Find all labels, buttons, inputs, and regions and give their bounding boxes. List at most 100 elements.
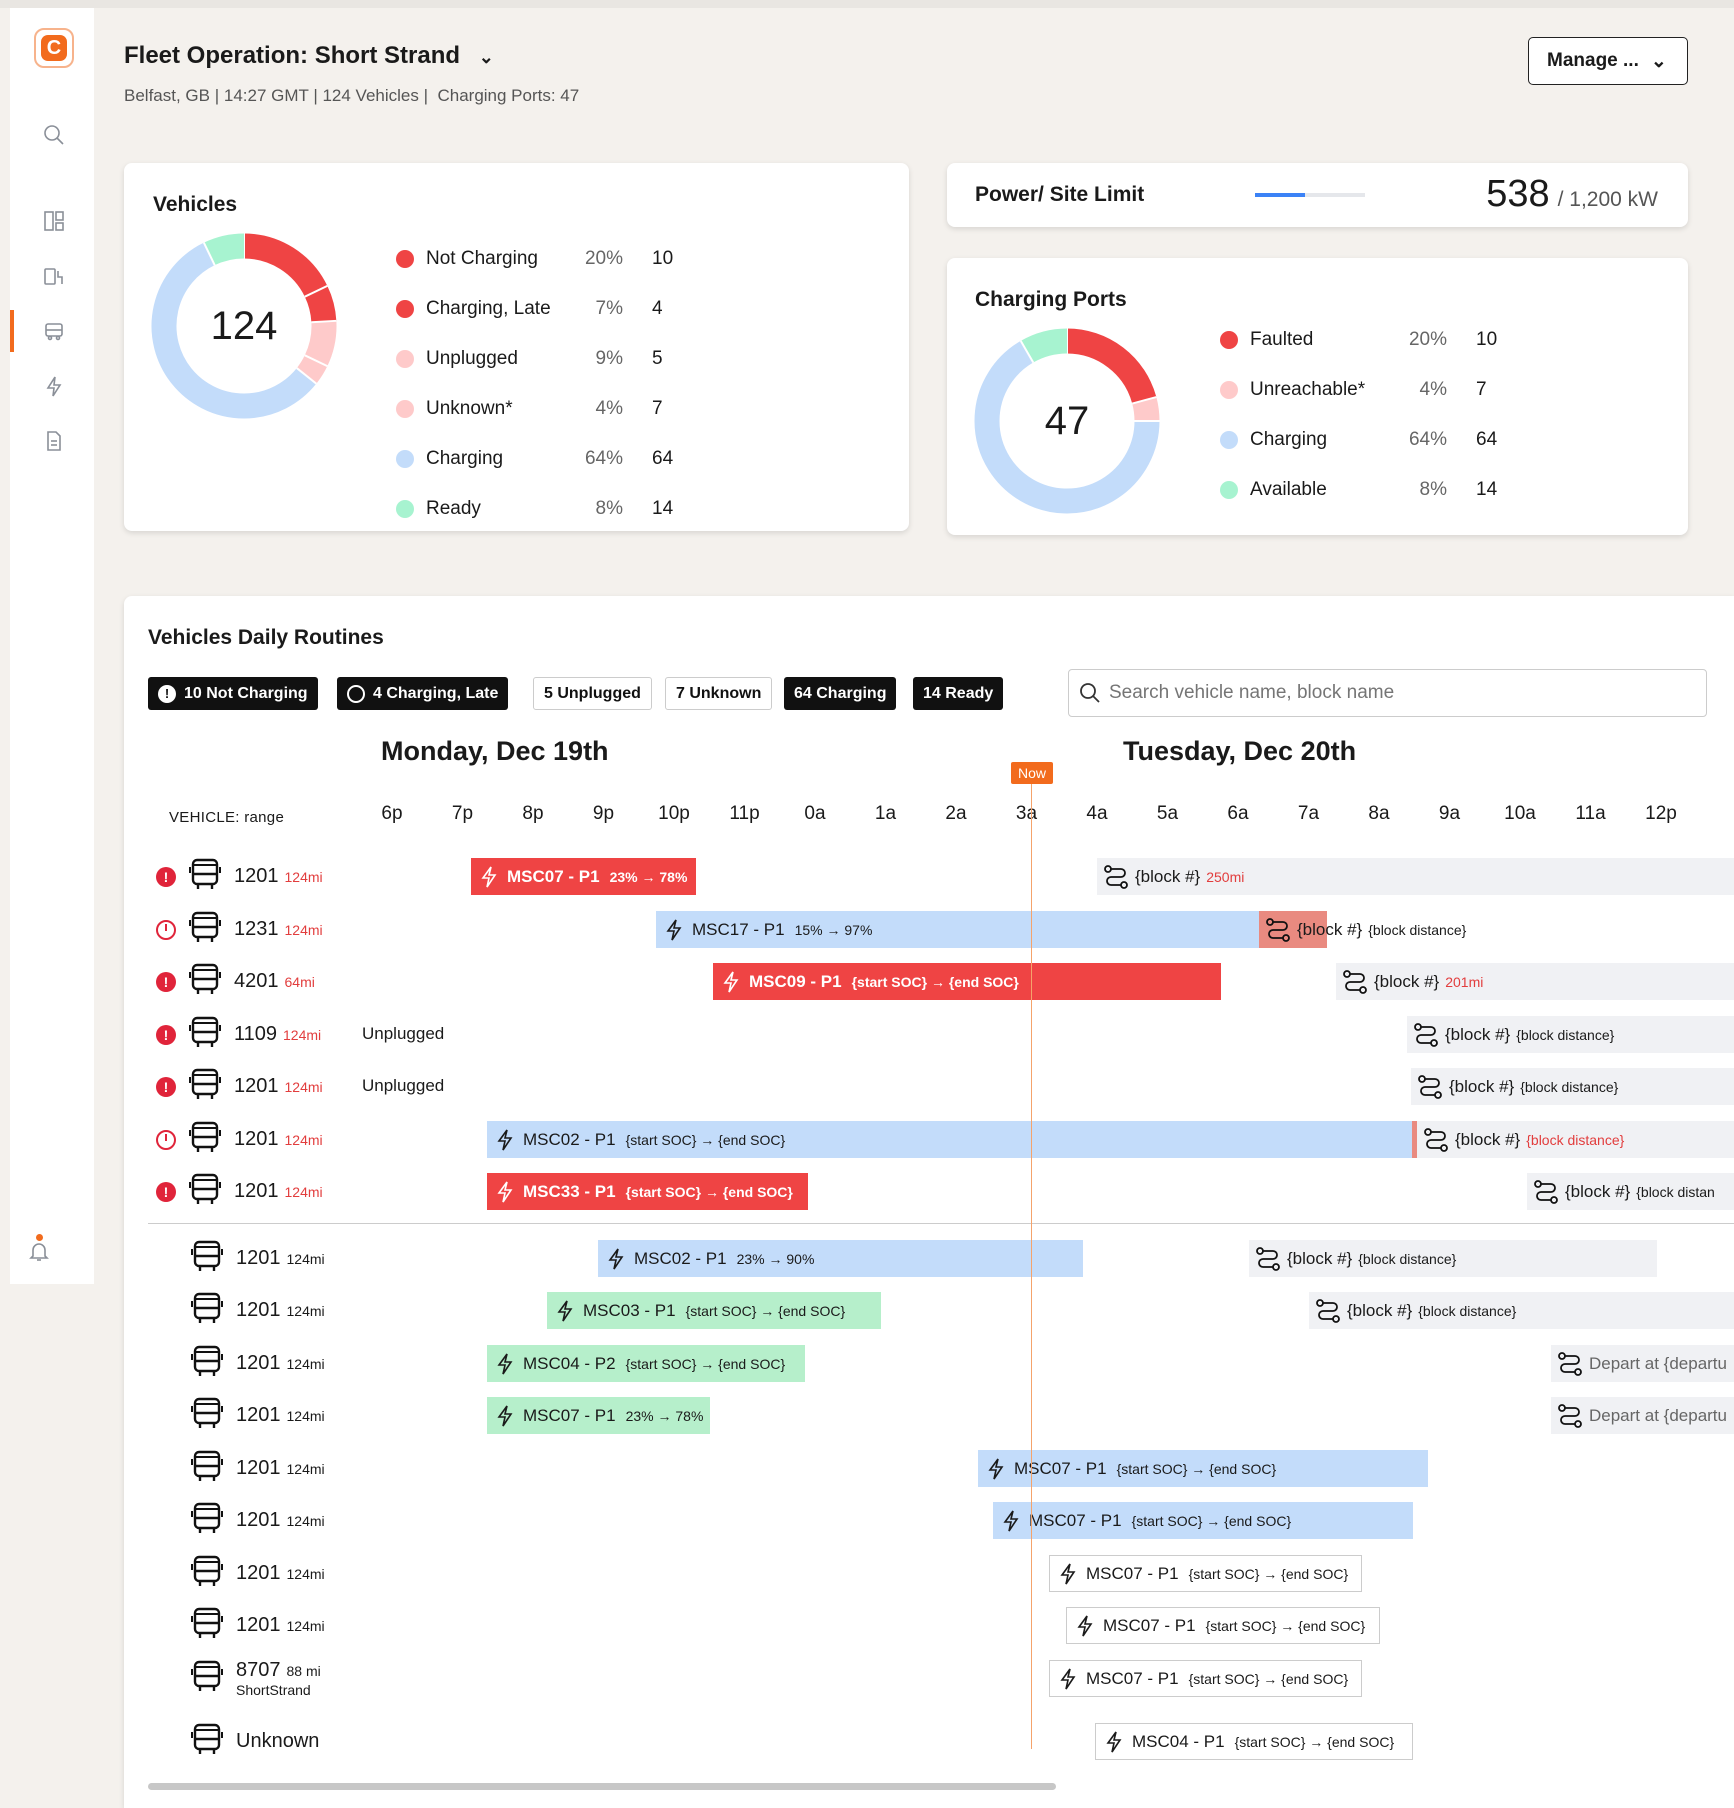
charge-session-bar[interactable]: MSC07 - P1 {start SOC} → {end SOC} [1066, 1607, 1380, 1644]
vehicle-range: 124mi [286, 1461, 325, 1477]
power-readout: 538 / 1,200 kW [1486, 173, 1658, 216]
sidebar: C [10, 8, 94, 1284]
legend-pct: 8% [1419, 479, 1447, 500]
filter-unknown[interactable]: 7 Unknown [665, 677, 773, 710]
vehicle-row-label[interactable]: 1201 124mi [190, 1397, 325, 1434]
charge-session-bar[interactable]: MSC07 - P1 23% → 78% [471, 858, 696, 895]
block-bar[interactable]: {block #} {block distance} [1249, 1240, 1657, 1277]
horizontal-scrollbar[interactable] [148, 1783, 1056, 1790]
lightning-nav-icon[interactable] [39, 371, 69, 401]
legend-row[interactable]: Charging, Late 7% 4 [396, 295, 716, 323]
filter-not-charging[interactable]: ! 10 Not Charging [148, 677, 318, 710]
hour-tick: 11a [1575, 803, 1606, 824]
charge-session-bar[interactable]: MSC07 - P1 {start SOC} → {end SOC} [1049, 1660, 1362, 1697]
search-input[interactable] [1109, 682, 1689, 704]
legend-row[interactable]: Available 8% 14 [1220, 476, 1540, 504]
charge-label: MSC17 - P1 [692, 919, 785, 939]
vehicle-name: 1201 [236, 1509, 281, 1531]
charge-label: MSC07 - P1 [1103, 1615, 1196, 1635]
legend-dot [1220, 331, 1238, 349]
charge-session-bar[interactable]: MSC07 - P1 {start SOC} → {end SOC} [978, 1450, 1428, 1487]
vehicle-range: 64mi [284, 974, 315, 990]
charge-session-bar[interactable]: MSC04 - P1 {start SOC} → {end SOC} [1095, 1723, 1413, 1760]
vehicle-row-label[interactable]: 1201 124mi [190, 1502, 325, 1539]
vehicle-row-label[interactable]: ! 1201 124mi [156, 1068, 323, 1105]
legend-row[interactable]: Unplugged 9% 5 [396, 345, 716, 373]
charge-session-bar[interactable]: MSC07 - P1 {start SOC} → {end SOC} [993, 1502, 1413, 1539]
block-bar[interactable]: {block #} {block distance} [1417, 1121, 1734, 1158]
charge-label: MSC09 - P1 [749, 971, 842, 991]
vehicle-row-label[interactable]: 1201 124mi [190, 1450, 325, 1487]
legend-row[interactable]: Unreachable* 4% 7 [1220, 376, 1540, 404]
block-bar[interactable]: Depart at {departu [1551, 1397, 1734, 1434]
legend-row[interactable]: Ready 8% 14 [396, 495, 716, 523]
block-bar[interactable]: {block #} {block distance} [1309, 1292, 1734, 1329]
charge-session-bar[interactable]: MSC17 - P1 15% → 97% [656, 911, 1261, 948]
charge-session-bar[interactable]: MSC33 - P1 {start SOC} → {end SOC} [487, 1173, 808, 1210]
vehicle-name: 1201 [236, 1352, 281, 1374]
lightning-icon [497, 1129, 513, 1151]
dashboard-icon[interactable] [39, 206, 69, 236]
search-box[interactable] [1068, 669, 1707, 717]
vehicle-row-label[interactable]: 1231 124mi [156, 911, 323, 948]
bus-nav-icon[interactable] [39, 316, 69, 346]
block-bar[interactable]: {block #} {block distance} [1259, 911, 1734, 948]
charge-session-bar[interactable]: MSC04 - P2 {start SOC} → {end SOC} [487, 1345, 805, 1382]
vehicle-row-label[interactable]: 1201 124mi [190, 1607, 325, 1644]
legend-dot [1220, 431, 1238, 449]
legend-row[interactable]: Unknown* 4% 7 [396, 395, 716, 423]
vehicles-total: 124 [210, 303, 278, 348]
vehicle-row-label[interactable]: 1201 124mi [156, 1121, 323, 1158]
block-bar[interactable]: {block #} {block distance} [1411, 1068, 1734, 1105]
block-bar[interactable]: {block #} {block distan [1527, 1173, 1734, 1210]
legend-row[interactable]: Faulted 20% 10 [1220, 326, 1540, 354]
vehicle-name: 1201 [236, 1299, 281, 1321]
block-bar[interactable]: {block #} 201mi [1336, 963, 1734, 1000]
vehicle-row-label[interactable]: 1201 124mi [190, 1345, 325, 1382]
vehicle-row-label[interactable]: 1201 124mi [190, 1240, 325, 1277]
bus-icon [190, 1449, 224, 1488]
charge-session-bar[interactable]: MSC03 - P1 {start SOC} → {end SOC} [547, 1292, 881, 1329]
lightning-icon [1060, 1563, 1076, 1585]
vehicle-row-label[interactable]: ! 1109 124mi [156, 1016, 321, 1053]
vehicle-row-label[interactable]: Unknown [190, 1723, 325, 1760]
charge-session-bar[interactable]: MSC02 - P1 23% → 90% [598, 1240, 1083, 1277]
charge-session-bar[interactable]: MSC07 - P1 {start SOC} → {end SOC} [1049, 1555, 1362, 1592]
search-icon[interactable] [39, 120, 69, 150]
vehicle-range: 124mi [284, 1079, 323, 1095]
charger-icon[interactable] [39, 261, 69, 291]
block-bar[interactable]: Depart at {departu [1551, 1345, 1734, 1382]
charge-session-bar[interactable]: MSC02 - P1 {start SOC} → {end SOC} [487, 1121, 1412, 1158]
lightning-icon [608, 1248, 624, 1270]
legend-row[interactable]: Charging 64% 64 [1220, 426, 1540, 454]
document-icon[interactable] [39, 426, 69, 456]
notification-dot [36, 1234, 43, 1241]
vehicle-row-label[interactable]: ! 1201 124mi [156, 1173, 323, 1210]
legend-row[interactable]: Charging 64% 64 [396, 445, 716, 473]
legend-label: Charging, Late [426, 298, 551, 319]
filter-charging-late[interactable]: 4 Charging, Late [337, 677, 509, 710]
filter-unplugged[interactable]: 5 Unplugged [533, 677, 652, 710]
block-label: Depart at {departu [1589, 1405, 1727, 1425]
app-logo[interactable]: C [34, 28, 74, 68]
vehicle-row-label[interactable]: ! 4201 64mi [156, 963, 315, 1000]
vehicle-row-label[interactable]: 8707 88 mi ShortStrand [190, 1659, 321, 1698]
lightning-icon [1060, 1668, 1076, 1690]
page-title[interactable]: Fleet Operation: Short Strand ⌄ [124, 42, 494, 70]
manage-dropdown[interactable]: Manage ... ⌄ [1528, 37, 1688, 85]
route-icon [1255, 1246, 1281, 1272]
charge-session-bar[interactable]: MSC09 - P1 {start SOC} → {end SOC} [713, 963, 1221, 1000]
legend-pct: 64% [1408, 429, 1447, 450]
charge-session-bar[interactable]: MSC07 - P1 23% → 78% [487, 1397, 710, 1434]
vehicle-row-label[interactable]: ! 1201 124mi [156, 858, 323, 895]
vehicle-row-label[interactable]: 1201 124mi [190, 1555, 325, 1592]
vehicle-row-label[interactable]: 1201 124mi [190, 1292, 325, 1329]
filter-ready[interactable]: 14 Ready [913, 677, 1004, 710]
bus-icon [190, 1606, 224, 1645]
filter-charging[interactable]: 64 Charging [784, 677, 897, 710]
block-bar[interactable]: {block #} 250mi [1097, 858, 1734, 895]
legend-label: Unreachable* [1250, 379, 1366, 400]
legend-row[interactable]: Not Charging 20% 10 [396, 245, 716, 273]
bus-icon [190, 1501, 224, 1540]
block-bar[interactable]: {block #} {block distance} [1407, 1016, 1734, 1053]
